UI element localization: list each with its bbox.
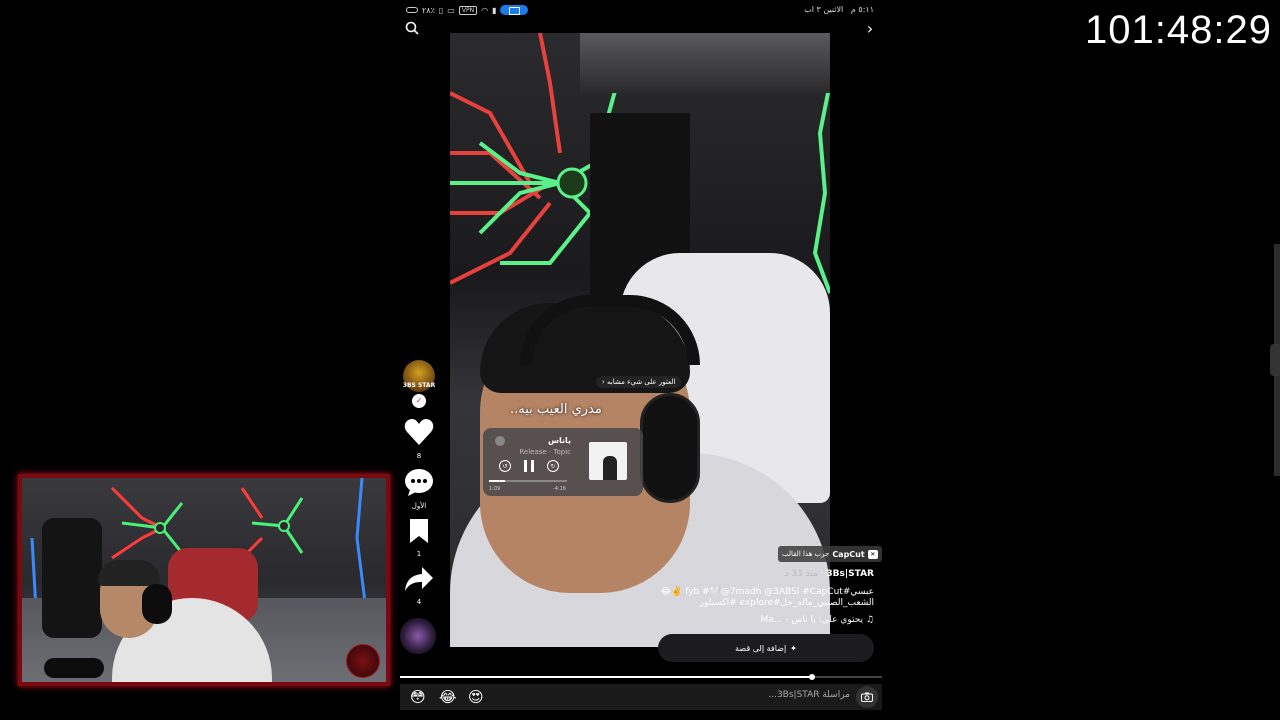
headset-earcup bbox=[640, 393, 700, 503]
music-note-icon: ♫ bbox=[865, 615, 874, 625]
signal-icon: ▮ bbox=[492, 5, 497, 15]
pause-icon[interactable] bbox=[524, 460, 534, 472]
find-similar-label: العثور على شيء مشابه bbox=[607, 378, 676, 386]
vibrate-icon: ▯ bbox=[438, 5, 444, 15]
music-time-current: 1:09 bbox=[489, 486, 501, 492]
battery-text: ٢٨٪ bbox=[422, 5, 435, 15]
rewind-icon[interactable]: ↺ bbox=[499, 460, 511, 472]
message-bar: 😳 😂 😍 مراسلة 3Bs|STAR... bbox=[400, 684, 882, 710]
capcut-icon: ✕ bbox=[867, 549, 878, 559]
search-icon[interactable] bbox=[402, 18, 422, 38]
music-time-total: -4:16 bbox=[553, 486, 567, 492]
song-title: ياناس bbox=[547, 436, 571, 445]
screen-icon: ▭ bbox=[447, 5, 455, 15]
camera-icon[interactable] bbox=[856, 686, 878, 708]
share-button[interactable]: 4 bbox=[400, 566, 438, 606]
comment-icon bbox=[405, 469, 433, 496]
message-input[interactable]: مراسلة 3Bs|STAR... bbox=[768, 690, 850, 700]
ceiling-light bbox=[580, 33, 830, 93]
channel-logo bbox=[346, 644, 380, 678]
follow-plus-icon[interactable]: ✓ bbox=[412, 394, 426, 408]
toggle-icon bbox=[406, 7, 418, 13]
sound-line[interactable]: ♫ يحتوي على: يا ناس - ...Ma bbox=[761, 615, 874, 625]
webcam-microphone bbox=[44, 658, 104, 678]
emoji-laughing[interactable]: 😂 bbox=[439, 688, 457, 706]
song-subtitle: Release · Topic bbox=[519, 448, 571, 456]
vpn-badge: VPN bbox=[458, 5, 478, 15]
save-button[interactable]: 1 bbox=[400, 518, 438, 558]
save-count: 1 bbox=[416, 550, 422, 558]
video-progress-bar[interactable] bbox=[400, 674, 882, 680]
screen-cast-icon bbox=[500, 5, 529, 15]
music-app-icon bbox=[495, 436, 505, 446]
music-player-card[interactable]: ياناس Release · Topic ↺ ↻ 1:09 -4:16 bbox=[483, 428, 643, 496]
add-story-label: إضافة إلى قصة bbox=[735, 643, 787, 653]
comment-button[interactable]: الأول bbox=[400, 468, 438, 510]
avatar-label: 3BS STAR bbox=[402, 382, 436, 389]
like-count: 8 bbox=[416, 452, 422, 460]
wifi-icon: ◠ bbox=[481, 5, 489, 15]
music-controls: ↺ ↻ bbox=[499, 460, 559, 472]
video-caption[interactable]: عبسي#fyb #🤍@7madh @3ABSI #CapCut ✌️😂الشع… bbox=[634, 587, 874, 609]
video-player[interactable] bbox=[450, 33, 830, 647]
capcut-label: CapCut bbox=[832, 549, 865, 559]
sparkle-icon: ✦ bbox=[790, 643, 797, 653]
status-time: ٥:١١ م bbox=[850, 5, 874, 14]
add-to-story-button[interactable]: ✦ إضافة إلى قصة bbox=[658, 634, 874, 662]
capcut-template-tag[interactable]: ✕ CapCut جرب هذا القالب bbox=[778, 546, 882, 562]
music-progress-bar[interactable] bbox=[489, 480, 567, 482]
video-progress-fill bbox=[400, 676, 813, 678]
heart-icon bbox=[404, 419, 434, 445]
emoji-heart-eyes[interactable]: 😍 bbox=[468, 688, 484, 706]
webcam-person-hair bbox=[98, 560, 160, 586]
sound-label: يحتوي على: يا ناس - ...Ma bbox=[760, 615, 864, 625]
author-line[interactable]: 3Bs|STAR · منذ 33 د bbox=[784, 569, 874, 579]
status-bar: ٢٨٪ ▯ ▭ VPN ◠ ▮ ٥:١١ م الاثنين ٣ اب bbox=[400, 2, 882, 18]
sound-disc-icon[interactable] bbox=[400, 618, 436, 654]
album-art bbox=[589, 442, 627, 480]
stream-timer: 101:48:29 bbox=[1085, 8, 1272, 52]
video-progress-knob[interactable] bbox=[809, 674, 816, 680]
webcam-headset bbox=[142, 584, 172, 624]
like-button[interactable]: 8 bbox=[400, 418, 438, 460]
video-lyric-overlay: مدري العيب بيه.. bbox=[510, 402, 602, 417]
phone-screen: ٢٨٪ ▯ ▭ VPN ◠ ▮ ٥:١١ م الاثنين ٣ اب › ال… bbox=[400, 0, 882, 720]
streamer-webcam bbox=[18, 474, 390, 686]
webcam-black-chair bbox=[42, 518, 102, 638]
chevron-right-icon[interactable]: › bbox=[860, 18, 880, 38]
find-similar-button[interactable]: العثور على شيء مشابه ‹ bbox=[596, 376, 682, 388]
share-count: 4 bbox=[416, 598, 422, 606]
forward-icon[interactable]: ↻ bbox=[547, 460, 559, 472]
author-name: 3Bs|STAR bbox=[826, 569, 874, 579]
side-handle[interactable] bbox=[1270, 344, 1280, 376]
emoji-flushed[interactable]: 😳 bbox=[410, 688, 426, 706]
status-date: الاثنين ٣ اب bbox=[804, 5, 844, 14]
post-date: منذ 33 د bbox=[784, 569, 818, 579]
capcut-action: جرب هذا القالب bbox=[782, 550, 830, 558]
bookmark-icon bbox=[410, 519, 428, 543]
share-icon bbox=[405, 567, 433, 591]
comment-count: الأول bbox=[411, 502, 427, 510]
